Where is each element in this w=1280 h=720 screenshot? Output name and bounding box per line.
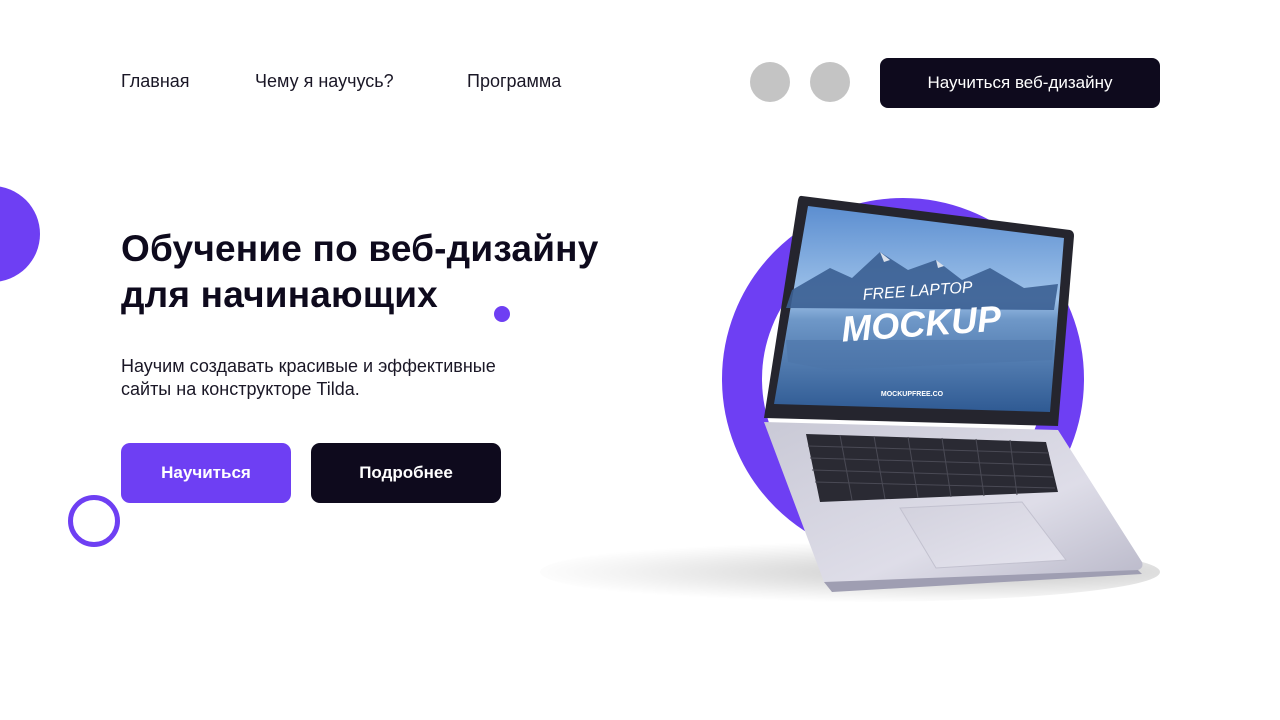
hero-subtitle: Научим создавать красивые и эффективные … [121, 355, 561, 401]
top-navigation: Главная Чему я научусь? Программа Научит… [0, 58, 1280, 108]
nav-link-program[interactable]: Программа [467, 71, 561, 92]
hero-visual: FREE LAPTOP MOCKUP MOCKUPFREE.CO [540, 190, 1180, 610]
decorative-ring [68, 495, 120, 547]
social-icon-placeholder-2[interactable] [810, 62, 850, 102]
hero-subtitle-line-2: сайты на конструкторе Tilda. [121, 379, 360, 399]
social-icon-placeholder-1[interactable] [750, 62, 790, 102]
laptop-mockup-image: FREE LAPTOP MOCKUP MOCKUPFREE.CO [764, 195, 1143, 592]
laptop-keyboard [806, 434, 1058, 502]
hero-subtitle-line-1: Научим создавать красивые и эффективные [121, 356, 496, 376]
learn-button[interactable]: Научиться [121, 443, 291, 503]
nav-link-what-you-learn[interactable]: Чему я научусь? [255, 71, 394, 92]
nav-link-home[interactable]: Главная [121, 71, 190, 92]
mockup-brand: MOCKUPFREE.CO [881, 391, 944, 398]
decorative-half-circle [0, 186, 40, 282]
more-details-button[interactable]: Подробнее [311, 443, 501, 503]
learn-web-design-button[interactable]: Научиться веб-дизайну [880, 58, 1160, 108]
